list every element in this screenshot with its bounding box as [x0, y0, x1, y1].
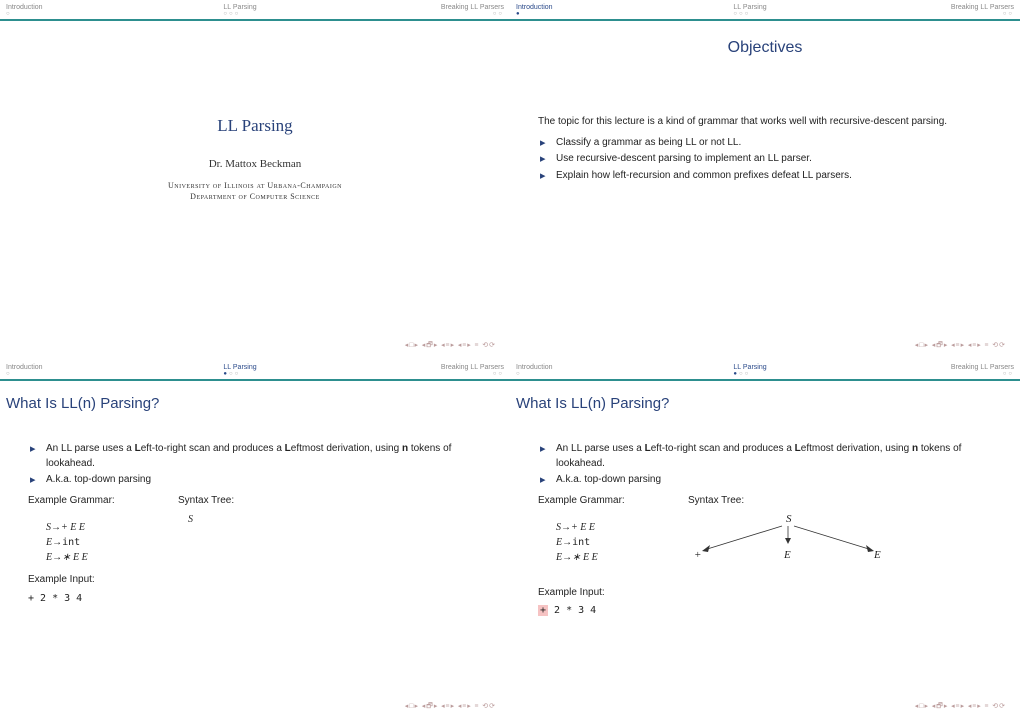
tree-node-E1: E — [783, 549, 791, 561]
divider — [510, 19, 1020, 21]
slide-heading: What Is LL(n) Parsing? — [516, 395, 1020, 412]
beamer-nav-icons: ◂□▸ ◂🗗▸ ◂≡▸ ◂≡▸ ≡ ⟲⟳ — [405, 702, 496, 713]
beamer-nav-icons: ◂□▸ ◂🗗▸ ◂≡▸ ◂≡▸ ≡ ⟲⟳ — [405, 341, 496, 352]
example-input-label: Example Input: — [538, 586, 992, 601]
slide-lln-1: Introduction○ LL Parsing●○○ Breaking LL … — [0, 360, 510, 721]
definition-1: An LL parse uses a Left-to-right scan an… — [30, 442, 482, 471]
beamer-nav-icons: ◂□▸ ◂🗗▸ ◂≡▸ ◂≡▸ ≡ ⟲⟳ — [915, 341, 1006, 352]
definition-list: An LL parse uses a Left-to-right scan an… — [28, 442, 482, 488]
affil-line1: University of Illinois at Urbana-Champai… — [0, 180, 510, 191]
definition-2: A.k.a. top-down parsing — [30, 473, 482, 488]
definition-list: An LL parse uses a Left-to-right scan an… — [538, 442, 992, 488]
author: Dr. Mattox Beckman — [0, 158, 510, 170]
nav-sec-break: Breaking LL Parsers — [441, 4, 504, 11]
syntax-tree: S + E E — [688, 512, 888, 572]
divider — [0, 379, 510, 381]
nav-sec-intro: Introduction — [6, 364, 43, 371]
syntax-tree-root: S — [178, 512, 234, 527]
nav-sec-ll: LL Parsing — [733, 4, 766, 11]
nav-sec-break: Breaking LL Parsers — [951, 4, 1014, 11]
nav-bar: Introduction○ LL Parsing●○○ Breaking LL … — [0, 360, 510, 379]
nav-sec-ll: LL Parsing — [733, 364, 766, 371]
nav-bar: Introduction● LL Parsing○○○ Breaking LL … — [510, 0, 1020, 19]
example-grammar-label: Example Grammar: — [28, 494, 148, 509]
definition-1: An LL parse uses a Left-to-right scan an… — [540, 442, 992, 471]
slide-title: Introduction○ LL Parsing○○○ Breaking LL … — [0, 0, 510, 360]
tree-node-E2: E — [873, 549, 881, 561]
nav-sec-intro: Introduction — [6, 4, 43, 11]
objective-3: Explain how left-recursion and common pr… — [540, 169, 992, 184]
slide-lln-2: Introduction○ LL Parsing●○○ Breaking LL … — [510, 360, 1020, 721]
affil-line2: Department of Computer Science — [0, 191, 510, 202]
input-highlight: + — [538, 605, 548, 616]
slide-heading: Objectives — [510, 39, 1020, 57]
grammar-rule-2: E→int — [556, 535, 658, 550]
definition-2: A.k.a. top-down parsing — [540, 473, 992, 488]
nav-sec-break: Breaking LL Parsers — [951, 364, 1014, 371]
slide-heading: What Is LL(n) Parsing? — [6, 395, 510, 412]
nav-sec-ll: LL Parsing — [223, 4, 256, 11]
tree-node-plus: + — [694, 549, 701, 561]
nav-sec-intro: Introduction — [516, 364, 553, 371]
affiliation: University of Illinois at Urbana-Champai… — [0, 180, 510, 202]
grammar-rule-3: E→∗ E E — [556, 550, 658, 565]
example-input-label: Example Input: — [28, 573, 482, 588]
syntax-tree-label: Syntax Tree: — [178, 494, 234, 509]
nav-sec-intro: Introduction — [516, 4, 553, 11]
divider — [510, 379, 1020, 381]
objective-1: Classify a grammar as being LL or not LL… — [540, 136, 992, 151]
syntax-tree-label: Syntax Tree: — [688, 494, 888, 509]
example-grammar-label: Example Grammar: — [538, 494, 658, 509]
grammar-rule-1: S→+ E E — [556, 520, 658, 535]
grammar-rules: S→+ E E E→int E→∗ E E — [28, 520, 148, 565]
grammar-rules: S→+ E E E→int E→∗ E E — [538, 520, 658, 565]
objectives-list: Classify a grammar as being LL or not LL… — [538, 136, 992, 184]
nav-sec-ll: LL Parsing — [223, 364, 256, 371]
beamer-nav-icons: ◂□▸ ◂🗗▸ ◂≡▸ ◂≡▸ ≡ ⟲⟳ — [915, 702, 1006, 713]
objective-2: Use recursive-descent parsing to impleme… — [540, 152, 992, 167]
presentation-title: LL Parsing — [0, 116, 510, 136]
tree-node-S: S — [786, 513, 792, 525]
slide-objectives: Introduction● LL Parsing○○○ Breaking LL … — [510, 0, 1020, 360]
nav-bar: Introduction○ LL Parsing●○○ Breaking LL … — [510, 360, 1020, 379]
objectives-intro: The topic for this lecture is a kind of … — [538, 115, 992, 130]
nav-sec-break: Breaking LL Parsers — [441, 364, 504, 371]
example-input: + 2 * 3 4 — [538, 604, 992, 619]
grammar-rule-3: E→∗ E E — [46, 550, 148, 565]
divider — [0, 19, 510, 21]
grammar-rule-1: S→+ E E — [46, 520, 148, 535]
grammar-rule-2: E→int — [46, 535, 148, 550]
example-input: + 2 * 3 4 — [28, 592, 482, 607]
nav-bar: Introduction○ LL Parsing○○○ Breaking LL … — [0, 0, 510, 19]
